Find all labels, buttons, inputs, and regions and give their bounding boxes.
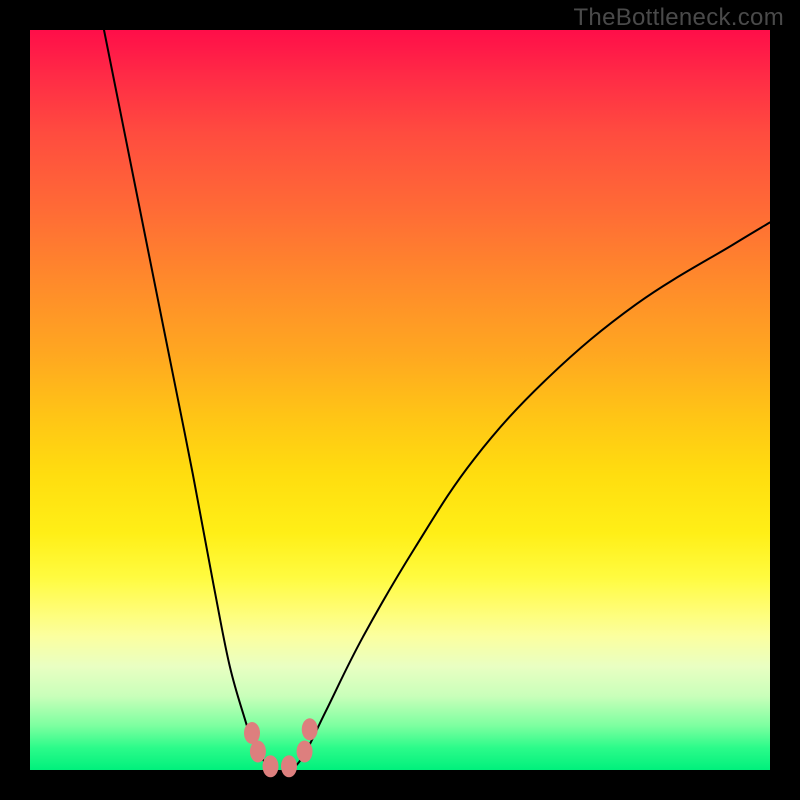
- marker-point: [297, 741, 313, 763]
- bottleneck-curve: [104, 30, 770, 772]
- marker-point: [263, 755, 279, 777]
- curve-layer: [30, 30, 770, 770]
- plot-area: [30, 30, 770, 770]
- watermark-text: TheBottleneck.com: [573, 4, 784, 32]
- chart-stage: TheBottleneck.com: [0, 0, 800, 800]
- marker-point: [281, 755, 297, 777]
- marker-group: [244, 718, 318, 777]
- marker-point: [250, 741, 266, 763]
- marker-point: [302, 718, 318, 740]
